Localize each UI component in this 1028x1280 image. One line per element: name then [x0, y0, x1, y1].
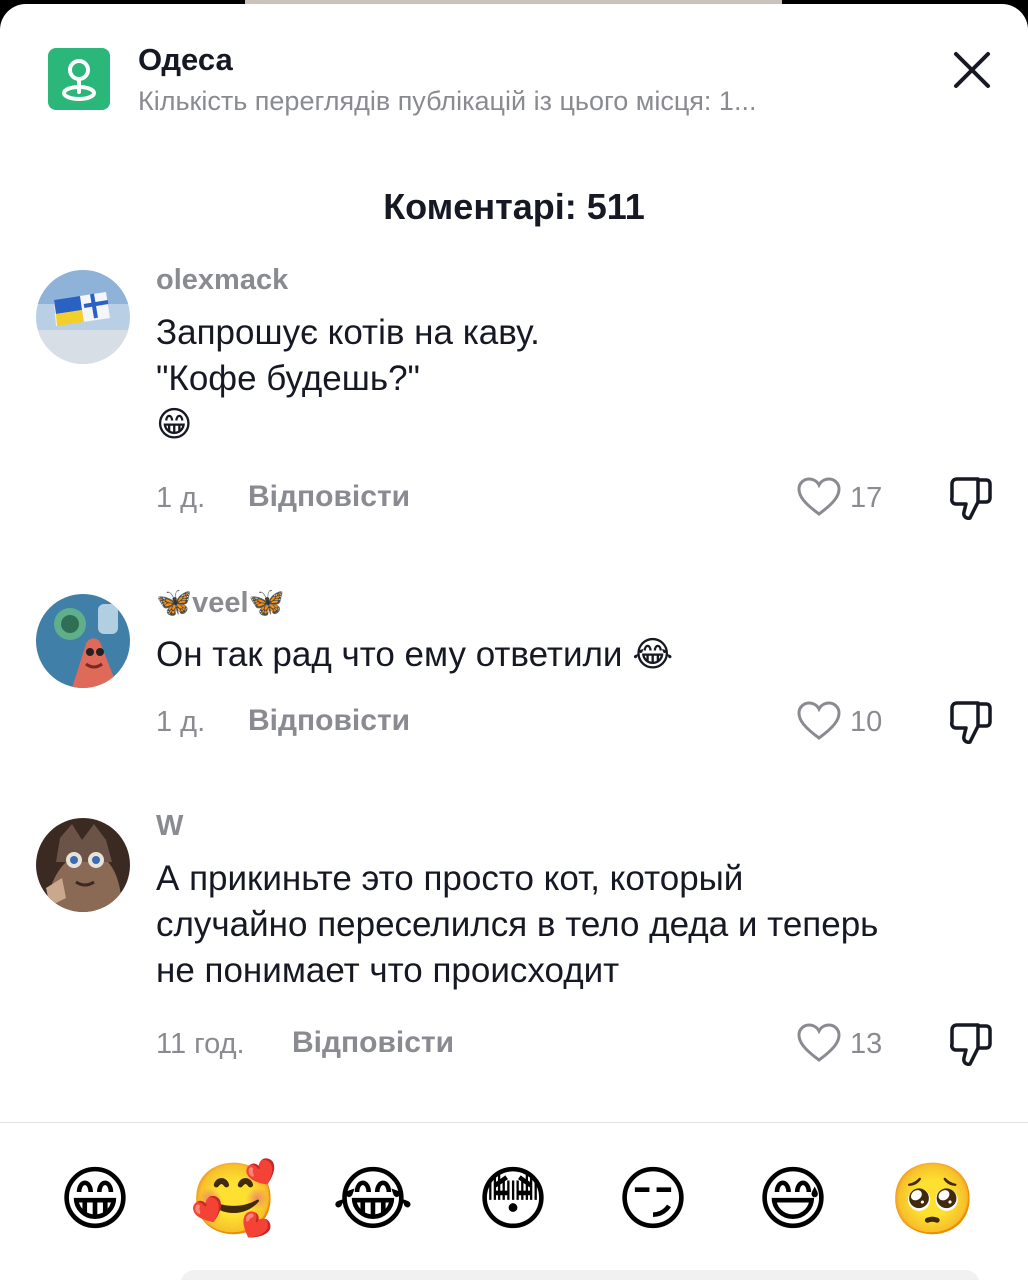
emoji-grin-button[interactable]: 😁: [50, 1154, 140, 1244]
heart-outline-icon[interactable]: [796, 476, 842, 518]
heart-outline-icon[interactable]: [796, 700, 842, 742]
comment-username[interactable]: W: [156, 810, 183, 843]
like-count: 13: [850, 1028, 883, 1060]
comments-sheet: Одеса Кількість переглядів публікацій із…: [0, 4, 1028, 1280]
comment-text: А прикиньте это просто кот, который случ…: [156, 856, 996, 994]
emoji-smirk-button[interactable]: 😏: [608, 1154, 698, 1244]
map-pin-icon: [62, 59, 96, 101]
comment-input-edge[interactable]: [180, 1270, 980, 1280]
comment-time: 1 д.: [156, 482, 206, 514]
comment-time: 11 год.: [156, 1028, 245, 1060]
emoji-sweat-smile-button[interactable]: 😅: [748, 1154, 838, 1244]
quick-emoji-bar: 😁 🥰 😂 😳 😏 😅 🥺: [0, 1154, 1028, 1244]
emoji-tears-of-joy-button[interactable]: 😂: [328, 1154, 418, 1244]
thumbs-down-icon[interactable]: [944, 1020, 996, 1070]
thumbs-down-icon[interactable]: [944, 474, 996, 524]
comment-text-line: Он так рад что ему ответили 😂: [156, 635, 674, 674]
like-count: 10: [850, 706, 883, 738]
thumbs-down-icon[interactable]: [944, 698, 996, 748]
comment-username[interactable]: 🦋veel🦋: [156, 586, 285, 620]
comment-text: Он так рад что ему ответили 😂: [156, 632, 996, 678]
reply-button[interactable]: Відповісти: [248, 704, 410, 738]
avatar[interactable]: [36, 818, 130, 912]
comments-count-title: Коментарі: 511: [383, 186, 645, 227]
avatar[interactable]: [36, 270, 130, 364]
location-badge[interactable]: [48, 48, 110, 110]
location-name[interactable]: Одеса: [138, 42, 233, 78]
divider: [0, 1122, 1028, 1123]
heart-outline-icon[interactable]: [796, 1022, 842, 1064]
emoji-pleading-button[interactable]: 🥺: [888, 1154, 978, 1244]
comment-text-line: "Кофе будешь?": [156, 359, 420, 398]
location-views-text: Кількість переглядів публікацій із цього…: [138, 86, 757, 116]
reply-button[interactable]: Відповісти: [292, 1026, 454, 1060]
comment-text-line: не понимает что происходит: [156, 951, 620, 990]
comment-username[interactable]: olexmack: [156, 264, 288, 297]
comment-text-line: Запрошує котів на каву.: [156, 313, 540, 352]
comment-text-line: А прикиньте это просто кот, который: [156, 859, 744, 898]
comment-text: Запрошує котів на каву. "Кофе будешь?" 😁: [156, 310, 996, 448]
avatar[interactable]: [36, 594, 130, 688]
comment-text-line: 😁: [156, 405, 193, 445]
close-icon[interactable]: [946, 44, 998, 96]
like-count: 17: [850, 482, 883, 514]
emoji-hearts-button[interactable]: 🥰: [189, 1154, 279, 1244]
comment-text-line: случайно переселился в тело деда и тепер…: [156, 905, 879, 944]
comment-time: 1 д.: [156, 706, 206, 738]
reply-button[interactable]: Відповісти: [248, 480, 410, 514]
emoji-flushed-button[interactable]: 😳: [468, 1154, 558, 1244]
